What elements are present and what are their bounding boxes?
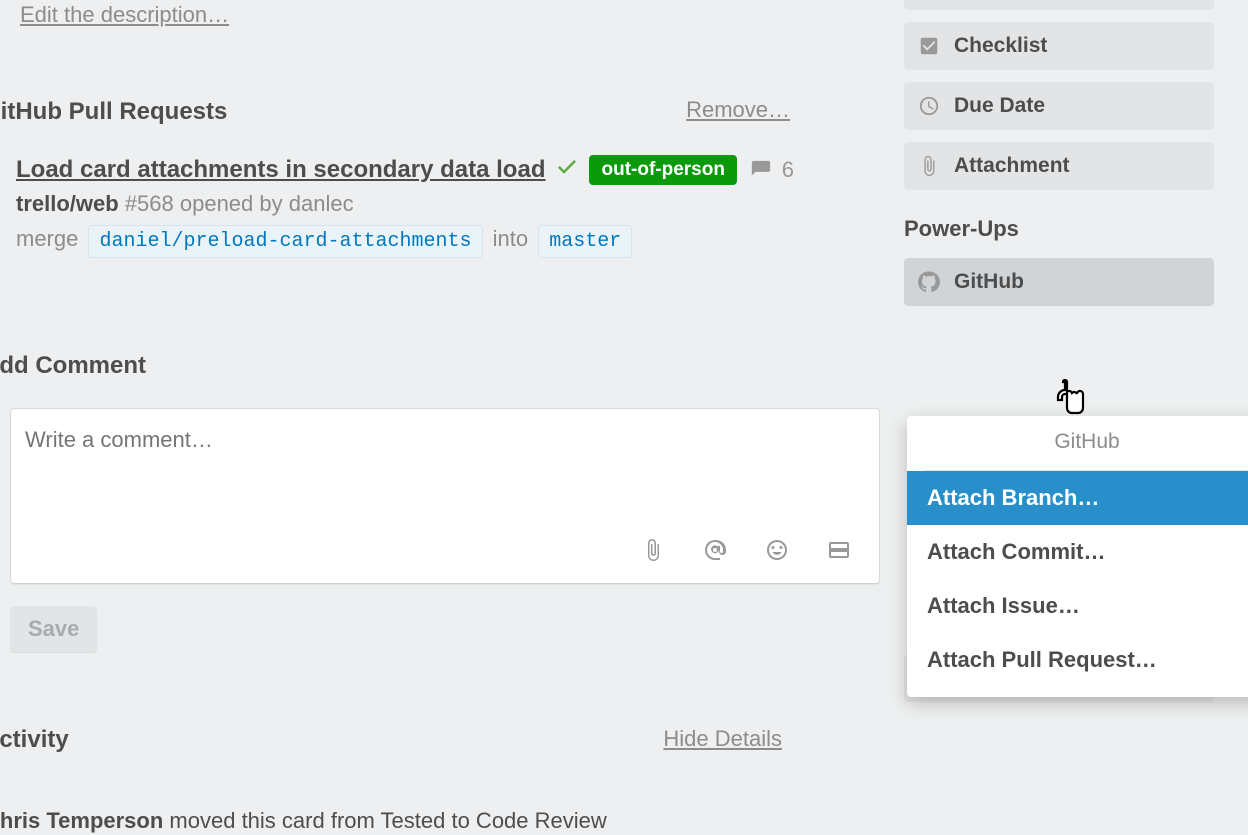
popover-item-attach-pr[interactable]: Attach Pull Request… bbox=[907, 633, 1248, 687]
github-label: GitHub bbox=[954, 270, 1024, 294]
github-popover: GitHub Attach Branch… Attach Commit… Att… bbox=[907, 416, 1248, 697]
pr-repo: trello/web bbox=[16, 191, 119, 216]
merge-mid: into bbox=[493, 226, 528, 251]
card-icon[interactable] bbox=[827, 538, 851, 567]
pr-title-row: Load card attachments in secondary data … bbox=[16, 154, 870, 185]
mention-icon[interactable] bbox=[703, 538, 727, 567]
attachment-label: Attachment bbox=[954, 154, 1070, 178]
github-button[interactable]: GitHub bbox=[904, 258, 1214, 306]
merge-prefix: merge bbox=[16, 226, 78, 251]
check-icon bbox=[555, 154, 579, 185]
checklist-label: Checklist bbox=[954, 34, 1047, 58]
popover-item-attach-issue[interactable]: Attach Issue… bbox=[907, 579, 1248, 633]
branch-from[interactable]: daniel/preload-card-attachments bbox=[88, 225, 482, 258]
activity-item: Chris Temperson moved this card from Tes… bbox=[0, 808, 870, 834]
attachment-button[interactable]: Attachment bbox=[904, 142, 1214, 190]
branch-to[interactable]: master bbox=[538, 225, 632, 258]
hide-details-link[interactable]: Hide Details bbox=[663, 726, 782, 752]
cursor-icon bbox=[1052, 376, 1092, 425]
github-label: out-of-person bbox=[589, 155, 736, 185]
due-date-label: Due Date bbox=[954, 94, 1045, 118]
pr-comments[interactable]: 6 bbox=[748, 157, 794, 183]
checklist-icon bbox=[918, 35, 940, 57]
clock-icon bbox=[918, 95, 940, 117]
comment-input[interactable] bbox=[11, 409, 879, 533]
attachment-icon[interactable] bbox=[641, 538, 665, 567]
powerups-heading: Power-Ups bbox=[904, 216, 1214, 242]
paperclip-icon bbox=[918, 155, 940, 177]
labels-button[interactable]: Labels bbox=[904, 0, 1214, 10]
pr-item: Load card attachments in secondary data … bbox=[16, 154, 870, 258]
add-comment-heading: Add Comment bbox=[0, 352, 870, 380]
pr-info: #568 opened by danlec bbox=[125, 191, 354, 216]
due-date-button[interactable]: Due Date bbox=[904, 82, 1214, 130]
checklist-button[interactable]: Checklist bbox=[904, 22, 1214, 70]
save-comment-button[interactable]: Save bbox=[10, 606, 97, 652]
popover-body: Attach Branch… Attach Commit… Attach Iss… bbox=[907, 471, 1248, 697]
activity-actor: Chris Temperson bbox=[0, 808, 163, 833]
pr-merge-line: merge daniel/preload-card-attachments in… bbox=[16, 225, 870, 258]
pr-section-heading-text: GitHub Pull Requests bbox=[0, 98, 227, 125]
activity-text: moved this card from Tested to Code Revi… bbox=[163, 808, 606, 833]
remove-link[interactable]: Remove… bbox=[686, 97, 790, 123]
emoji-icon[interactable] bbox=[765, 538, 789, 567]
comment-box bbox=[10, 408, 880, 584]
pr-subline: trello/web #568 opened by danlec bbox=[16, 191, 870, 217]
popover-item-attach-commit[interactable]: Attach Commit… bbox=[907, 525, 1248, 579]
popover-item-attach-branch[interactable]: Attach Branch… bbox=[907, 471, 1248, 525]
pr-comment-count: 6 bbox=[782, 157, 794, 183]
comment-icon bbox=[748, 159, 774, 181]
comment-toolbar bbox=[11, 538, 879, 583]
github-icon bbox=[918, 271, 940, 293]
pr-title-link[interactable]: Load card attachments in secondary data … bbox=[16, 156, 545, 184]
edit-description-link[interactable]: Edit the description… bbox=[20, 2, 229, 28]
